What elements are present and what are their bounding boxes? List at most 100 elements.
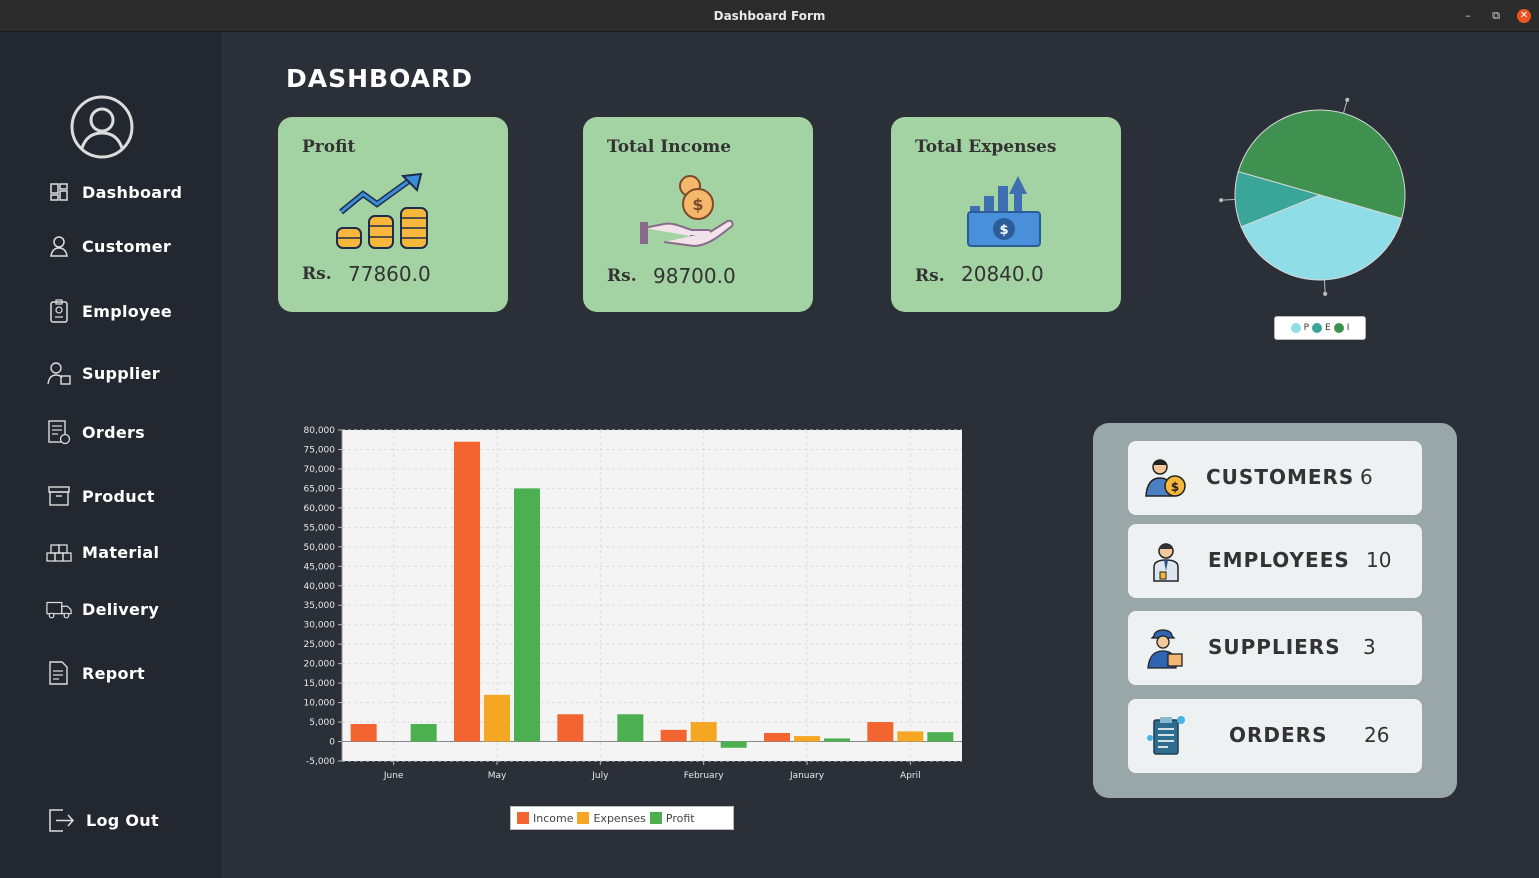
legend-label: P <box>1303 323 1310 333</box>
sidebar-item-supplier[interactable]: Supplier <box>46 357 160 389</box>
page-title: DASHBOARD <box>286 64 474 93</box>
y-tick-label: 45,000 <box>304 562 336 572</box>
y-tick-label: 25,000 <box>304 640 336 650</box>
bar-profit <box>410 724 437 742</box>
legend-swatch <box>1290 323 1301 333</box>
close-icon[interactable]: ✕ <box>1517 9 1531 23</box>
maximize-icon[interactable]: ⧉ <box>1489 9 1503 23</box>
svg-text:$: $ <box>1171 480 1179 494</box>
bar-chart: 80,000 75,000 70,000 65,000 60,000 55,000 50,0… <box>304 426 962 781</box>
bar-income <box>350 724 377 742</box>
x-tick-label: May <box>488 771 507 781</box>
stat-label: SUPPLIERS <box>1208 635 1341 659</box>
orders-icon <box>46 419 72 445</box>
sidebar-item-employee[interactable]: Employee <box>46 295 172 327</box>
customers-stat[interactable]: $ CUSTOMERS 6 <box>1128 441 1422 515</box>
bar-income <box>557 714 584 742</box>
chart-legend: Income Expenses Profit <box>510 806 734 830</box>
stat-value: 6 <box>1360 465 1373 489</box>
pie-leader-line <box>1221 198 1236 201</box>
orders-stat[interactable]: ORDERS 26 <box>1128 699 1422 773</box>
bar-expenses <box>794 736 820 742</box>
stat-label: ORDERS <box>1229 723 1328 747</box>
report-icon <box>46 660 72 686</box>
window-title: Dashboard Form <box>713 9 826 23</box>
legend-label: Profit <box>665 811 695 825</box>
currency-label: Rs. <box>302 264 332 284</box>
legend-swatch <box>649 812 662 824</box>
total-income-card: Total Income $ Rs. 98700.0 <box>583 117 813 312</box>
legend-label: I <box>1346 323 1350 333</box>
employees-stat[interactable]: EMPLOYEES 10 <box>1128 524 1422 598</box>
svg-text:$: $ <box>692 195 703 214</box>
bar-income <box>454 441 480 742</box>
bar-expenses <box>897 731 924 742</box>
money-up-icon: $ <box>967 176 1041 247</box>
sidebar-item-delivery[interactable]: Delivery <box>46 593 159 625</box>
bar-profit <box>617 714 644 742</box>
x-tick-label: June <box>383 771 404 781</box>
avatar-icon <box>70 95 134 159</box>
sidebar-item-orders[interactable]: Orders <box>46 416 145 448</box>
pie-leader-line <box>1342 99 1348 114</box>
card-title: Total Income <box>607 137 732 157</box>
y-tick-label: 80,000 <box>304 426 336 436</box>
growth-coins-icon <box>336 172 428 249</box>
stat-label: EMPLOYEES <box>1208 548 1350 572</box>
total-expenses-card: Total Expenses $ Rs. 20840.0 <box>891 117 1121 312</box>
y-tick-label: 5,000 <box>309 718 335 728</box>
sidebar-item-report[interactable]: Report <box>46 657 145 689</box>
y-tick-label: 15,000 <box>304 679 336 689</box>
customer-icon: $ <box>1145 459 1186 497</box>
y-tick-label: 50,000 <box>304 543 336 553</box>
sidebar-item-label: Report <box>82 663 145 683</box>
x-tick-label: July <box>591 771 609 781</box>
bar-profit <box>927 732 954 742</box>
sidebar-item-label: Employee <box>82 301 173 321</box>
y-tick-label: 70,000 <box>304 465 336 475</box>
legend-swatch <box>1333 323 1344 333</box>
income-amount: 98700.0 <box>653 264 736 288</box>
y-tick-label: 35,000 <box>304 601 336 611</box>
box-icon <box>46 483 72 509</box>
legend-swatch <box>1312 323 1323 333</box>
y-tick-label: 30,000 <box>304 621 336 631</box>
plot-area <box>342 430 962 761</box>
bar-expenses <box>690 722 717 742</box>
minimize-icon[interactable]: – <box>1461 9 1475 23</box>
svg-text:$: $ <box>999 223 1008 238</box>
logout-label: Log Out <box>86 810 159 830</box>
sidebar-item-dashboard[interactable]: Dashboard <box>46 176 182 208</box>
stats-panel: $ CUSTOMERS 6 EMPLOYEES 10 SUPPLIERS 3 O… <box>1093 423 1457 798</box>
card-title: Profit <box>302 137 356 157</box>
logout-icon <box>46 805 76 835</box>
y-tick-label: 65,000 <box>304 484 336 494</box>
legend-label: E <box>1325 323 1331 333</box>
bar-expenses <box>484 694 510 742</box>
sidebar-item-label: Orders <box>82 422 146 442</box>
hand-coins-icon: $ <box>640 175 734 248</box>
sidebar-item-customer[interactable]: Customer <box>46 230 171 262</box>
currency-label: Rs. <box>915 266 945 286</box>
x-tick-label: April <box>900 771 921 781</box>
sidebar-item-product[interactable]: Product <box>46 480 155 512</box>
legend-item-expenses: Expenses <box>577 811 646 825</box>
delivery-person-icon <box>1147 629 1183 669</box>
x-tick-label: January <box>789 771 825 781</box>
sidebar-item-label: Customer <box>82 236 172 256</box>
bar-profit <box>514 488 540 742</box>
legend-label: Income <box>533 811 574 825</box>
stat-label: CUSTOMERS <box>1206 465 1355 489</box>
y-tick-label: 40,000 <box>304 582 336 592</box>
bar-income <box>867 722 894 742</box>
sidebar-item-material[interactable]: Material <box>46 536 159 568</box>
y-tick-label: 55,000 <box>304 523 336 533</box>
window-titlebar: Dashboard Form – ⧉ ✕ <box>0 0 1539 32</box>
legend-swatch <box>517 812 529 824</box>
suppliers-stat[interactable]: SUPPLIERS 3 <box>1128 611 1422 685</box>
sidebar-item-label: Product <box>82 486 155 506</box>
profit-card: Profit Rs. 77860.0 <box>278 117 508 312</box>
bar-profit <box>824 738 850 742</box>
legend-label: Expenses <box>593 811 646 825</box>
logout-button[interactable]: Log Out <box>46 804 159 836</box>
